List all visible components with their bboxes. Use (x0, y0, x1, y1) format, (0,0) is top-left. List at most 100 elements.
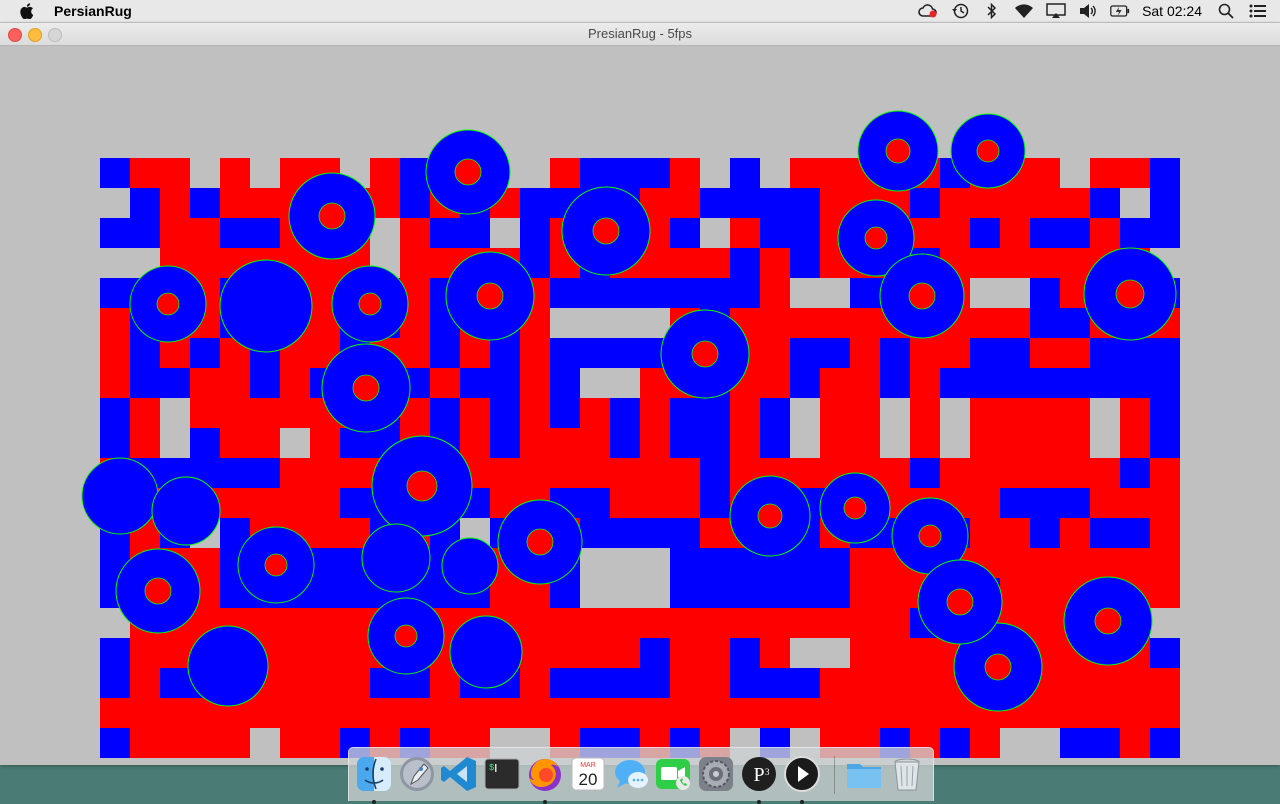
rug-cell (760, 278, 790, 308)
rug-cell (760, 428, 790, 458)
quicktime-icon[interactable] (782, 754, 822, 804)
wifi-icon[interactable] (1014, 3, 1034, 19)
rug-cell (160, 158, 190, 188)
rug-cell (640, 278, 670, 308)
rug-cell (610, 308, 640, 338)
rug-cell (580, 458, 610, 488)
menubar-clock[interactable]: Sat 02:24 (1142, 3, 1202, 19)
facetime-icon[interactable] (653, 754, 693, 794)
bluetooth-icon[interactable] (982, 3, 1002, 19)
rug-cell (850, 638, 880, 668)
running-indicator (800, 800, 804, 804)
rug-cell (430, 698, 460, 728)
messages-icon[interactable] (611, 754, 651, 794)
rug-cell (520, 698, 550, 728)
finder-icon[interactable] (354, 754, 394, 804)
rug-cell (1030, 608, 1060, 638)
ring-blob-hole (476, 282, 504, 310)
rug-cell (160, 428, 190, 458)
title-bar[interactable]: PresianRug - 5fps (0, 23, 1280, 46)
rug-cell (100, 158, 130, 188)
rug-cell (280, 668, 310, 698)
notification-center-icon[interactable] (1248, 3, 1268, 19)
rug-cell (970, 728, 1000, 758)
solid-blob (81, 457, 159, 535)
rug-cell (1150, 158, 1180, 188)
rug-cell (910, 338, 940, 368)
svg-text:P: P (753, 764, 764, 786)
rug-cell (280, 398, 310, 428)
rug-cell (1090, 458, 1120, 488)
rug-cell (640, 548, 670, 578)
terminal-icon[interactable]: $ (482, 754, 522, 794)
rug-cell (280, 368, 310, 398)
rug-cell (1150, 728, 1180, 758)
ring-blob-hole (264, 553, 288, 577)
rug-cell (280, 458, 310, 488)
rug-cell (700, 698, 730, 728)
rug-cell (550, 668, 580, 698)
rug-cell (820, 278, 850, 308)
apple-menu-icon[interactable] (20, 3, 34, 19)
rug-cell (580, 638, 610, 668)
rug-cell (1000, 578, 1030, 608)
rug-cell (1150, 218, 1180, 248)
time-machine-icon[interactable] (950, 3, 970, 19)
launchpad-icon[interactable] (397, 754, 437, 794)
app-window: PresianRug - 5fps (0, 23, 1280, 765)
rug-cell (100, 398, 130, 428)
rug-cell (850, 338, 880, 368)
creative-cloud-icon[interactable] (918, 3, 938, 19)
battery-icon[interactable] (1110, 3, 1130, 19)
airplay-icon[interactable] (1046, 3, 1066, 19)
rug-cell (880, 398, 910, 428)
rug-cell (790, 308, 820, 338)
rug-cell (940, 188, 970, 218)
rug-cell (730, 668, 760, 698)
rug-cell (1090, 338, 1120, 368)
rug-cell (520, 458, 550, 488)
downloads-folder-icon[interactable] (844, 754, 884, 794)
rug-cell (460, 338, 490, 368)
rug-cell (310, 518, 340, 548)
calendar-icon[interactable]: MAR 20 (568, 754, 608, 794)
rug-cell (190, 368, 220, 398)
rug-cell (310, 698, 340, 728)
solid-blob (219, 259, 313, 353)
rug-cell (100, 638, 130, 668)
rug-cell (970, 428, 1000, 458)
rug-cell (370, 158, 400, 188)
ring-blob-hole (885, 138, 911, 164)
rug-cell (580, 428, 610, 458)
sketch-canvas[interactable] (0, 46, 1280, 765)
trash-icon[interactable] (887, 754, 927, 794)
processing-icon[interactable]: P3 (739, 754, 779, 804)
rug-cell (520, 188, 550, 218)
rug-cell (130, 668, 160, 698)
rug-cell (700, 428, 730, 458)
rug-cell (610, 548, 640, 578)
rug-cell (1000, 428, 1030, 458)
rug-cell (250, 218, 280, 248)
firefox-icon[interactable] (525, 754, 565, 804)
rug-cell (670, 248, 700, 278)
rug-cell (700, 548, 730, 578)
rug-cell (310, 548, 340, 578)
rug-cell (430, 338, 460, 368)
rug-cell (1150, 608, 1180, 638)
rug-cell (430, 668, 460, 698)
volume-icon[interactable] (1078, 3, 1098, 19)
rug-cell (1060, 518, 1090, 548)
vscode-icon[interactable] (439, 754, 479, 794)
spotlight-icon[interactable] (1216, 3, 1236, 19)
rug-cell (880, 458, 910, 488)
rug-cell (790, 278, 820, 308)
rug-cell (1030, 248, 1060, 278)
rug-cell (1030, 458, 1060, 488)
rug-cell (760, 698, 790, 728)
app-menu-name[interactable]: PersianRug (54, 3, 132, 19)
rug-cell (490, 398, 520, 428)
rug-cell (760, 668, 790, 698)
calendar-day: 20 (579, 770, 598, 789)
system-preferences-icon[interactable] (696, 754, 736, 794)
